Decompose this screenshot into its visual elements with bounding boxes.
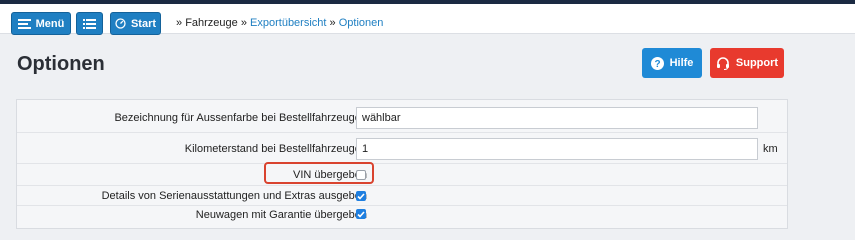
- warranty-checkbox[interactable]: [356, 209, 366, 219]
- list-icon: [83, 18, 96, 29]
- breadcrumb: » Fahrzeuge » Exportübersicht » Optionen: [176, 17, 383, 29]
- option-row-warranty: Neuwagen mit Garantie übergeben: [17, 206, 787, 228]
- option-row-exterior-color: Bezeichnung für Aussenfarbe bei Bestellf…: [17, 103, 787, 133]
- support-button[interactable]: Support: [710, 48, 784, 78]
- question-icon: ?: [650, 56, 664, 70]
- breadcrumb-separator: »: [240, 17, 247, 29]
- start-button[interactable]: Start: [110, 12, 161, 35]
- breadcrumb-separator: »: [329, 17, 336, 29]
- mileage-unit: km: [763, 143, 778, 155]
- option-row-vin: VIN übergeben: [17, 164, 787, 186]
- svg-text:?: ?: [654, 59, 660, 70]
- breadcrumb-item-fahrzeuge[interactable]: Fahrzeuge: [185, 17, 238, 29]
- hamburger-icon: [17, 18, 31, 29]
- list-view-button[interactable]: [76, 12, 103, 35]
- exterior-color-input[interactable]: wählbar: [356, 107, 758, 129]
- mileage-label: Kilometerstand bei Bestellfahrzeugen: [184, 143, 367, 155]
- help-button-label: Hilfe: [669, 57, 694, 69]
- mileage-input[interactable]: 1: [356, 138, 758, 160]
- breadcrumb-prefix: »: [176, 17, 183, 29]
- checkmark-icon: [357, 210, 365, 218]
- page-title: Optionen: [17, 53, 105, 75]
- option-row-mileage: Kilometerstand bei Bestellfahrzeugen 1 k…: [17, 133, 787, 164]
- option-row-series-details: Details von Serienausstattungen und Extr…: [17, 186, 787, 206]
- support-button-label: Support: [735, 57, 779, 69]
- series-details-checkbox[interactable]: [356, 191, 366, 201]
- exterior-color-label: Bezeichnung für Aussenfarbe bei Bestellf…: [114, 112, 367, 124]
- checkmark-icon: [357, 192, 365, 200]
- start-button-label: Start: [130, 17, 157, 30]
- series-details-label: Details von Serienausstattungen und Extr…: [101, 190, 367, 202]
- breadcrumb-item-exportuebersicht[interactable]: Exportübersicht: [250, 17, 326, 29]
- help-button[interactable]: ? Hilfe: [642, 48, 702, 78]
- top-navigation-bar: Menü Start » Fahrzeuge » Exportübersicht…: [0, 4, 855, 35]
- vin-highlight-annotation: [264, 162, 374, 184]
- headset-icon: [716, 56, 730, 70]
- menu-button[interactable]: Menü: [11, 12, 71, 35]
- options-form-panel: Bezeichnung für Aussenfarbe bei Bestellf…: [16, 99, 788, 229]
- menu-button-label: Menü: [35, 17, 65, 30]
- warranty-label: Neuwagen mit Garantie übergeben: [195, 209, 367, 221]
- breadcrumb-item-optionen[interactable]: Optionen: [339, 17, 384, 29]
- dashboard-gauge-icon: [115, 18, 126, 29]
